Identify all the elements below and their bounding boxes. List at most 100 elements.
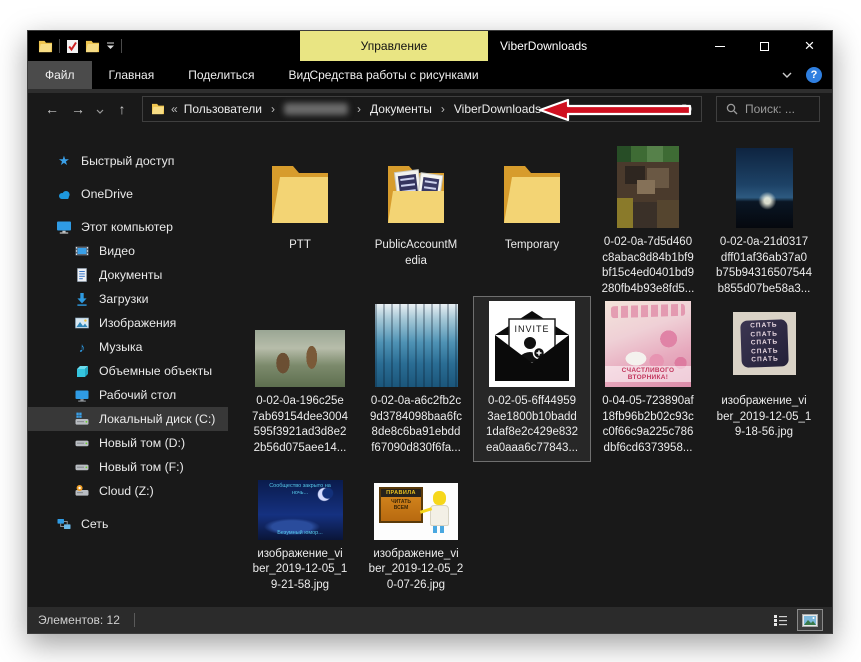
sidebar-item-label: Видео [99,244,135,258]
sidebar-item-onedrive[interactable]: OneDrive [28,182,228,206]
sidebar-item-volume-f[interactable]: Новый том (F:) [28,455,228,479]
file-item-image-nightmoon[interactable]: Сообщество закрыто на ночь... Безумный ю… [242,461,358,593]
breadcrumb-overflow[interactable]: « [171,102,178,116]
rules-sign: ПРАВИЛА ЧИТАТЬ ВСЕМ [379,486,423,523]
sidebar-item-desktop[interactable]: Рабочий стол [28,383,228,407]
minimize-button[interactable] [697,31,742,61]
address-folder-icon [152,103,164,115]
sidebar-item-pictures[interactable]: Изображения [28,311,228,335]
file-name: изображение_vi ber_2019-12-05_2 0-07-26.… [368,547,464,591]
qat-separator [59,39,60,53]
invite-text: INVITE [514,324,549,334]
contextual-tab-header[interactable]: Управление [300,31,488,61]
navigation-pane: ★ Быстрый доступ OneDrive Этот компьютер… [28,125,228,607]
breadcrumb-users[interactable]: Пользователи [184,102,262,116]
help-button[interactable]: ? [806,67,822,83]
folder-thumbnail [504,166,560,223]
file-item-image-nightsky[interactable]: 0-02-0a-21d0317 dff01af36ab37a0 b75b9431… [706,141,822,297]
breadcrumb-username-redacted[interactable] [284,103,349,115]
sidebar-item-network[interactable]: Сеть [28,512,228,536]
qat-folder-icon[interactable] [38,39,53,53]
image-thumbnail: СПАТЬ СПАТЬ СПАТЬ СПАТЬ СПАТЬ [732,312,796,375]
computer-icon [57,221,71,234]
tab-home[interactable]: Главная [92,61,172,89]
rules-sign-title: ПРАВИЛА [381,488,421,497]
night-caption-top: Сообщество закрыто на ночь... [269,482,331,496]
file-item-image-pixelated[interactable]: 0-02-0a-7d5d460 c8abac8d84b1bf9 bf15c4ed… [590,141,706,297]
qat-new-folder-icon[interactable] [85,39,100,53]
file-name: 0-02-05-6ff44959 3ae1800b10badd 1daf8e2c… [485,395,579,454]
sidebar-item-volume-d[interactable]: Новый том (D:) [28,431,228,455]
network-icon [57,519,71,529]
sidebar-item-this-pc[interactable]: Этот компьютер [28,215,228,239]
sidebar-item-label: Новый том (F:) [99,460,184,474]
file-item-image-bluetrees[interactable]: 0-02-0a-a6c2fb2c 9d3784098baa6fc 8de8c6b… [358,297,474,461]
qat-properties-icon[interactable] [66,39,79,54]
sidebar-item-downloads[interactable]: Загрузки [28,287,228,311]
file-item-image-invite-selected[interactable]: INVITE 0-02-05-6ff44959 3ae1800b10badd 1… [473,296,591,462]
breadcrumb-documents[interactable]: Документы [370,102,432,116]
file-name: изображение_vi ber_2019-12-05_1 9-18-56.… [716,395,812,438]
file-name: PTT [289,239,311,251]
star-icon: ★ [58,153,70,168]
recent-locations-icon[interactable] [92,101,108,117]
tab-share[interactable]: Поделиться [171,61,271,89]
sidebar-item-documents[interactable]: Документы [28,263,228,287]
ribbon-collapse-icon[interactable] [782,72,792,78]
file-item-image-rules[interactable]: ПРАВИЛА ЧИТАТЬ ВСЕМ изображение_vi ber_2… [358,461,474,593]
file-name: 0-04-05-723890af 18fb96b2b02c93c c0f66c9… [602,395,694,454]
ribbon-right-controls: ? [782,61,822,89]
tab-file-label: Файл [45,68,75,82]
file-name: 0-02-0a-7d5d460 c8abac8d84b1bf9 bf15c4ed… [601,236,695,295]
file-item-image-roses[interactable]: СЧАСТЛИВОГО ВТОРНИКА! 0-04-05-723890af 1… [590,297,706,461]
view-thumbnails-button[interactable] [797,609,823,631]
videos-icon [75,246,89,256]
file-item-image-pillow[interactable]: СПАТЬ СПАТЬ СПАТЬ СПАТЬ СПАТЬ изображени… [706,297,822,461]
sidebar-item-cloud-z[interactable]: Cloud (Z:) [28,479,228,503]
tab-picture-tools[interactable]: Средства работы с рисунками [300,61,488,89]
image-thumbnail: Сообщество закрыто на ночь... Безумный ю… [257,479,343,540]
sidebar-item-label: Документы [99,268,163,282]
annotation-arrow [538,98,692,122]
search-placeholder: Поиск: ... [745,102,795,116]
file-item-publicaccountmedia[interactable]: PublicAccountM edia [358,141,474,297]
quick-access-toolbar [28,39,122,54]
tab-home-label: Главная [108,68,155,82]
sidebar-item-local-disk-c[interactable]: Локальный диск (C:) [28,407,228,431]
tab-file[interactable]: Файл [28,61,92,89]
file-name: 0-02-0a-21d0317 dff01af36ab37a0 b75b9431… [716,236,812,295]
image-thumbnail [255,330,345,387]
file-item-image-marmots[interactable]: 0-02-0a-196c25e 7ab69154dee3004 595f3921… [242,297,358,461]
sidebar-item-music[interactable]: ♪ Музыка [28,335,228,359]
sidebar-item-label: Объемные объекты [99,364,213,378]
cube-icon [77,366,88,377]
sidebar-item-label: OneDrive [81,187,133,201]
drive-windows-icon [75,412,89,425]
file-name: 0-02-0a-a6c2fb2c 9d3784098baa6fc 8de8c6b… [369,395,463,454]
details-view-icon [773,614,787,626]
documents-icon [77,268,87,282]
view-details-button[interactable] [768,610,792,630]
up-button[interactable]: ↑ [110,101,134,117]
close-button[interactable]: × [787,31,832,61]
view-switcher [768,609,823,631]
qat-customize-icon[interactable] [106,42,115,50]
sidebar-item-label: Сеть [81,517,109,531]
files-view: PTT PublicAccountM edia Temporary 0-02-0… [228,125,832,607]
ribbon-tabs: Файл Главная Поделиться Вид Средства раб… [28,61,832,89]
breadcrumb-current[interactable]: ViberDownloads [454,102,541,116]
breadcrumb-separator: › [357,102,362,116]
sidebar-item-videos[interactable]: Видео [28,239,228,263]
explorer-window: Управление ViberDownloads × Файл Главная… [27,30,833,634]
file-item-ptt[interactable]: PTT [242,141,358,297]
sidebar-item-3d-objects[interactable]: Объемные объекты [28,359,228,383]
pillow-text: СПАТЬ СПАТЬ СПАТЬ СПАТЬ СПАТЬ [739,319,789,368]
drive-icon [75,440,89,447]
files-grid: PTT PublicAccountM edia Temporary 0-02-0… [242,141,822,593]
sidebar-item-quick-access[interactable]: ★ Быстрый доступ [28,149,228,173]
file-item-temporary[interactable]: Temporary [474,141,590,297]
back-button[interactable]: ← [40,101,64,117]
forward-button[interactable]: → [66,101,90,117]
maximize-button[interactable] [742,31,787,61]
search-box[interactable]: Поиск: ... [716,96,820,122]
